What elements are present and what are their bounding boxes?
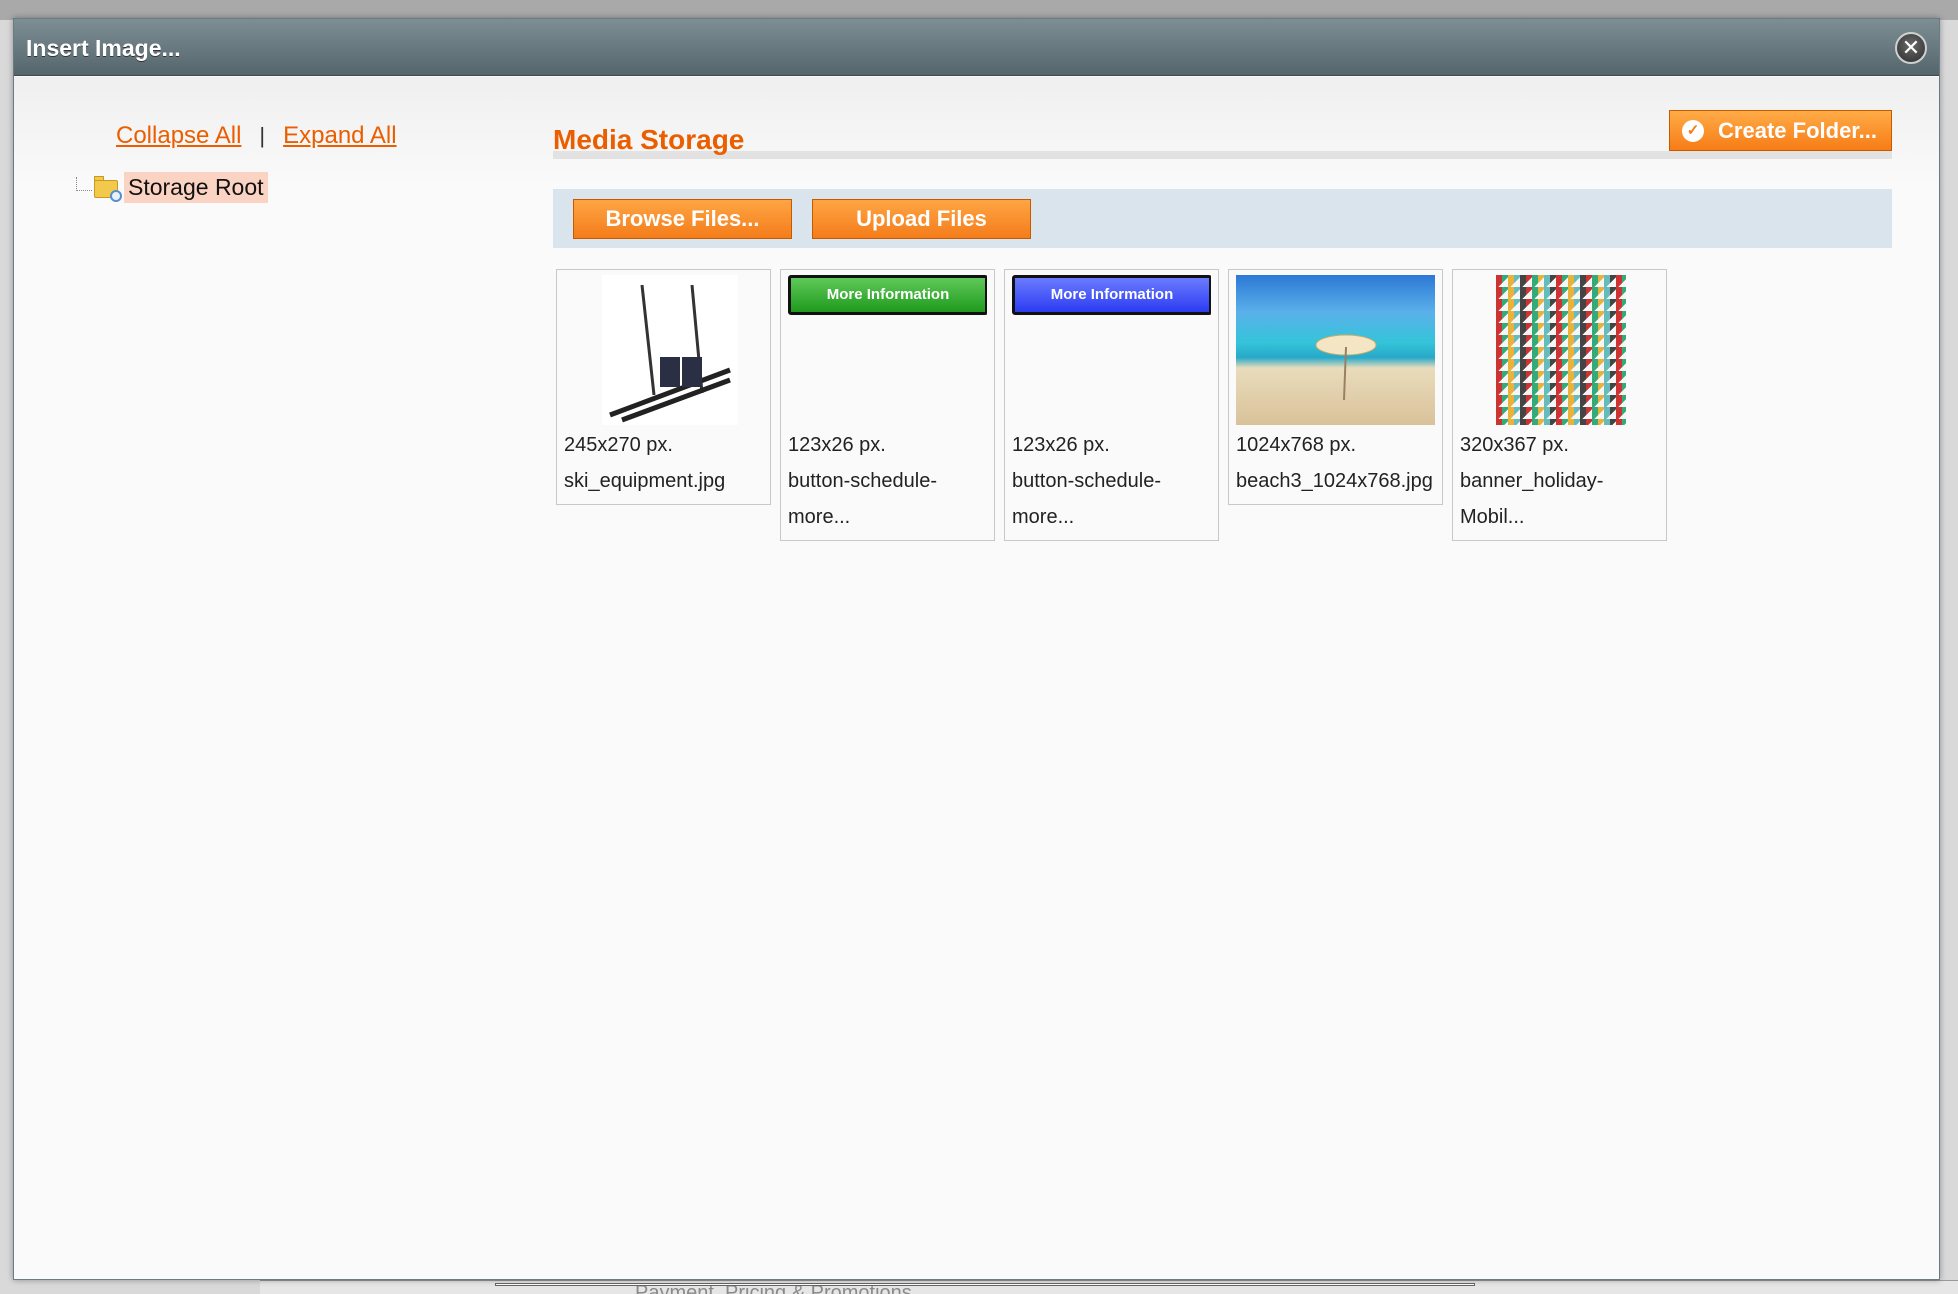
file-thumbnail[interactable]: 1024x768 px. beach3_1024x768.jpg xyxy=(1228,269,1443,505)
create-folder-label: Create Folder... xyxy=(1718,117,1877,143)
file-size: 123x26 px. xyxy=(1012,434,1110,456)
thumbnail-image: More Information xyxy=(788,275,987,425)
check-circle-icon: ✓ xyxy=(1682,119,1705,142)
background-top-strip xyxy=(0,0,1958,20)
thumbnail-image xyxy=(1460,275,1659,425)
file-thumbnail[interactable]: More Information 123x26 px. button-sched… xyxy=(1004,269,1219,541)
file-thumbnail[interactable]: 245x270 px. ski_equipment.jpg xyxy=(556,269,771,505)
upload-toolbar: Browse Files... Upload Files xyxy=(553,189,1892,248)
file-size: 123x26 px. xyxy=(788,434,886,456)
tree-node-label[interactable]: Storage Root xyxy=(124,172,268,203)
upload-files-button[interactable]: Upload Files xyxy=(812,199,1031,239)
more-information-button-image: More Information xyxy=(1012,275,1211,315)
browse-files-button[interactable]: Browse Files... xyxy=(573,199,792,239)
tree-node-storage-root[interactable]: Storage Root xyxy=(76,172,268,203)
file-size: 320x367 px. xyxy=(1460,434,1569,456)
close-icon[interactable]: ✕ xyxy=(1895,32,1927,64)
background-scrollbar xyxy=(495,1283,1475,1286)
insert-image-dialog: Insert Image... ✕ Collapse All | Expand Al… xyxy=(13,18,1940,1280)
file-size: 245x270 px. xyxy=(564,434,673,456)
tree-separator: | xyxy=(259,123,266,148)
content-header: Media Storage ✓ Create Folder... xyxy=(553,102,1892,159)
tree-connector xyxy=(76,176,92,191)
page-title: Media Storage xyxy=(553,124,745,155)
file-name: button-schedule-more... xyxy=(1012,470,1161,528)
beach-image xyxy=(1236,275,1435,425)
thumbnail-image xyxy=(564,275,763,425)
media-storage-pane: Media Storage ✓ Create Folder... Browse … xyxy=(553,102,1892,549)
expand-all-link[interactable]: Expand All xyxy=(283,122,396,149)
dialog-title: Insert Image... xyxy=(26,35,181,61)
file-name: button-schedule-more... xyxy=(788,470,937,528)
tree-controls: Collapse All | Expand All xyxy=(116,122,397,150)
file-name: beach3_1024x768.jpg xyxy=(1236,470,1433,492)
more-information-button-image: More Information xyxy=(788,275,987,315)
file-name: ski_equipment.jpg xyxy=(564,470,726,492)
file-name: banner_holiday-Mobil... xyxy=(1460,470,1604,528)
folder-search-icon xyxy=(94,175,122,202)
file-grid: 245x270 px. ski_equipment.jpg More Infor… xyxy=(556,269,1892,549)
file-thumbnail[interactable]: More Information 123x26 px. button-sched… xyxy=(780,269,995,541)
dialog-header: Insert Image... ✕ xyxy=(14,19,1939,76)
file-size: 1024x768 px. xyxy=(1236,434,1357,456)
thumbnail-image: More Information xyxy=(1012,275,1211,425)
create-folder-button[interactable]: ✓ Create Folder... xyxy=(1669,110,1892,151)
file-thumbnail[interactable]: 320x367 px. banner_holiday-Mobil... xyxy=(1452,269,1667,541)
ski-equipment-image xyxy=(602,275,738,425)
triangle-pattern-image xyxy=(1496,275,1626,425)
dialog-body: Collapse All | Expand All Storage Root Med… xyxy=(14,77,1939,1279)
collapse-all-link[interactable]: Collapse All xyxy=(116,122,241,149)
thumbnail-image xyxy=(1236,275,1435,425)
